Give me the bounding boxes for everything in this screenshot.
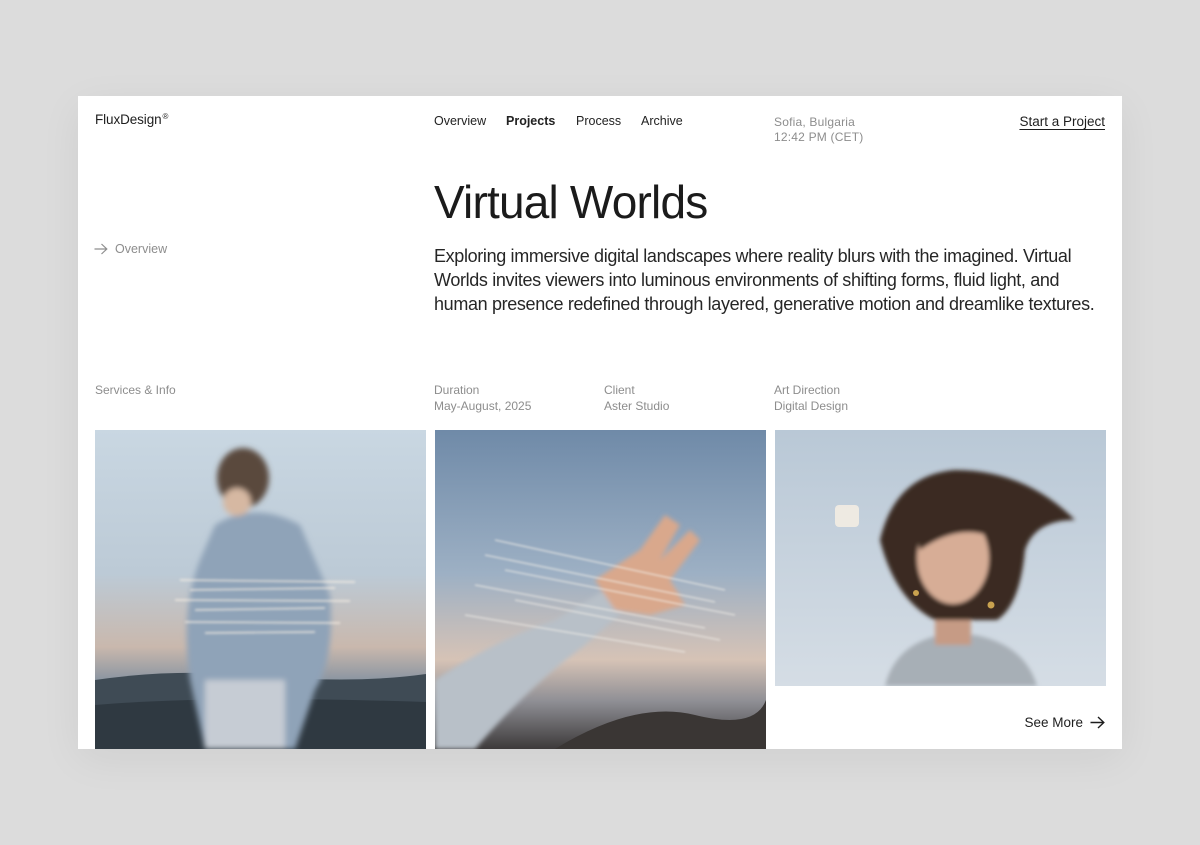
arrow-right-icon (94, 243, 108, 255)
gallery-image-hand[interactable] (435, 430, 766, 749)
services-info-label: Services & Info (95, 383, 176, 397)
page-card: FluxDesign® Overview Projects Process Ar… (78, 96, 1122, 749)
client-label: Client (604, 383, 635, 397)
services-value: Digital Design (774, 399, 849, 413)
location-info: Sofia, Bulgaria 12:42 PM (CET) (774, 115, 864, 145)
figure-photo (95, 430, 426, 749)
nav-overview[interactable]: Overview (434, 114, 486, 128)
registered-mark: ® (162, 112, 169, 121)
duration-value: May-August, 2025 (434, 399, 532, 413)
see-more-link[interactable]: See More (1024, 715, 1105, 730)
project-title: Virtual Worlds (434, 176, 708, 228)
overview-back-link[interactable]: Overview (94, 242, 167, 256)
duration-label: Duration (434, 383, 480, 397)
nav-archive[interactable]: Archive (641, 114, 683, 128)
gallery-image-figure[interactable] (95, 430, 426, 749)
portrait-photo (775, 430, 1106, 686)
brand-name: FluxDesign (95, 112, 162, 127)
start-project-link[interactable]: Start a Project (1019, 114, 1105, 129)
arrow-right-icon (1090, 716, 1105, 729)
nav-projects[interactable]: Projects (506, 114, 555, 128)
location-city: Sofia, Bulgaria (774, 115, 856, 129)
see-more-label: See More (1024, 715, 1083, 730)
services-label: Art Direction (774, 383, 841, 397)
duration-block: Duration May-August, 2025 (434, 382, 531, 414)
brand-logo[interactable]: FluxDesign® (95, 112, 168, 127)
location-time: 12:42 PM (CET) (774, 130, 864, 144)
project-description: Exploring immersive digital landscapes w… (434, 246, 1095, 314)
overview-back-label: Overview (115, 242, 168, 256)
client-value: Aster Studio (604, 399, 670, 413)
services-block: Art Direction Digital Design (774, 382, 848, 414)
nav-process[interactable]: Process (576, 114, 621, 128)
hand-photo (435, 430, 766, 749)
client-block: Client Aster Studio (604, 382, 669, 414)
gallery-image-portrait[interactable] (775, 430, 1106, 686)
